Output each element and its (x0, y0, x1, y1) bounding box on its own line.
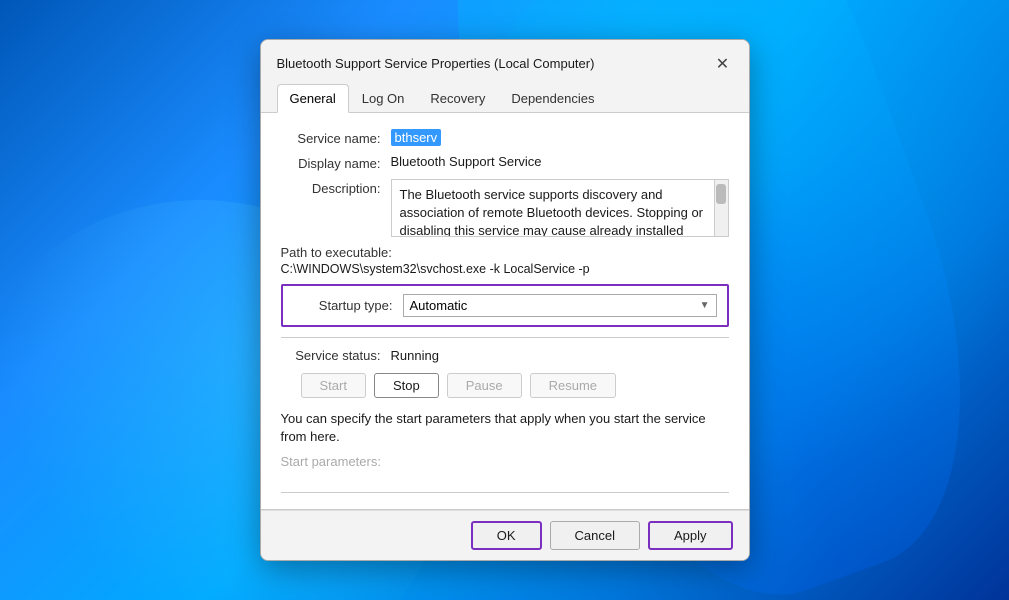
pause-button[interactable]: Pause (447, 373, 522, 398)
description-box[interactable]: The Bluetooth service supports discovery… (391, 179, 729, 237)
startup-type-row: Startup type: Automatic ▼ (281, 284, 729, 327)
tab-recovery[interactable]: Recovery (417, 84, 498, 113)
service-name-value: bthserv (391, 129, 729, 146)
info-text: You can specify the start parameters tha… (281, 410, 729, 454)
ok-button[interactable]: OK (471, 521, 542, 550)
tab-dependencies[interactable]: Dependencies (498, 84, 607, 113)
path-value: C:\WINDOWS\system32\svchost.exe -k Local… (281, 262, 729, 276)
startup-type-label: Startup type: (293, 298, 403, 313)
service-status-value: Running (391, 348, 439, 363)
cancel-button[interactable]: Cancel (550, 521, 640, 550)
tab-general[interactable]: General (277, 84, 349, 113)
start-params-section: Start parameters: (281, 454, 729, 493)
service-name-text: bthserv (391, 129, 442, 146)
titlebar: Bluetooth Support Service Properties (Lo… (261, 40, 749, 84)
close-button[interactable]: ✕ (709, 50, 737, 78)
dialog-footer: OK Cancel Apply (261, 510, 749, 560)
description-scrollbar[interactable] (714, 180, 728, 236)
tab-logon[interactable]: Log On (349, 84, 418, 113)
stop-button[interactable]: Stop (374, 373, 439, 398)
resume-button[interactable]: Resume (530, 373, 616, 398)
display-name-value: Bluetooth Support Service (391, 154, 729, 169)
service-control-buttons: Start Stop Pause Resume (281, 373, 729, 398)
display-name-row: Display name: Bluetooth Support Service (281, 154, 729, 171)
tabs-bar: General Log On Recovery Dependencies (261, 84, 749, 113)
path-label: Path to executable: (281, 245, 729, 260)
scrollbar-thumb (716, 184, 726, 204)
service-status-label: Service status: (281, 348, 391, 363)
properties-dialog: Bluetooth Support Service Properties (Lo… (260, 39, 750, 561)
description-text: The Bluetooth service supports discovery… (400, 187, 704, 237)
start-button[interactable]: Start (301, 373, 366, 398)
dialog-title: Bluetooth Support Service Properties (Lo… (277, 56, 595, 71)
display-name-label: Display name: (281, 154, 391, 171)
service-status-row: Service status: Running (281, 348, 729, 363)
description-label: Description: (281, 179, 391, 196)
tab-content: Service name: bthserv Display name: Blue… (261, 113, 749, 510)
path-section: Path to executable: C:\WINDOWS\system32\… (281, 245, 729, 276)
service-name-label: Service name: (281, 129, 391, 146)
divider (281, 337, 729, 338)
params-label: Start parameters: (281, 454, 729, 469)
startup-type-select[interactable]: Automatic ▼ (403, 294, 717, 317)
description-row: Description: The Bluetooth service suppo… (281, 179, 729, 237)
apply-button[interactable]: Apply (648, 521, 733, 550)
startup-type-selected-value: Automatic (410, 298, 468, 313)
dialog-overlay: Bluetooth Support Service Properties (Lo… (0, 0, 1009, 600)
service-name-row: Service name: bthserv (281, 129, 729, 146)
params-input[interactable] (281, 473, 729, 493)
chevron-down-icon: ▼ (700, 300, 710, 311)
